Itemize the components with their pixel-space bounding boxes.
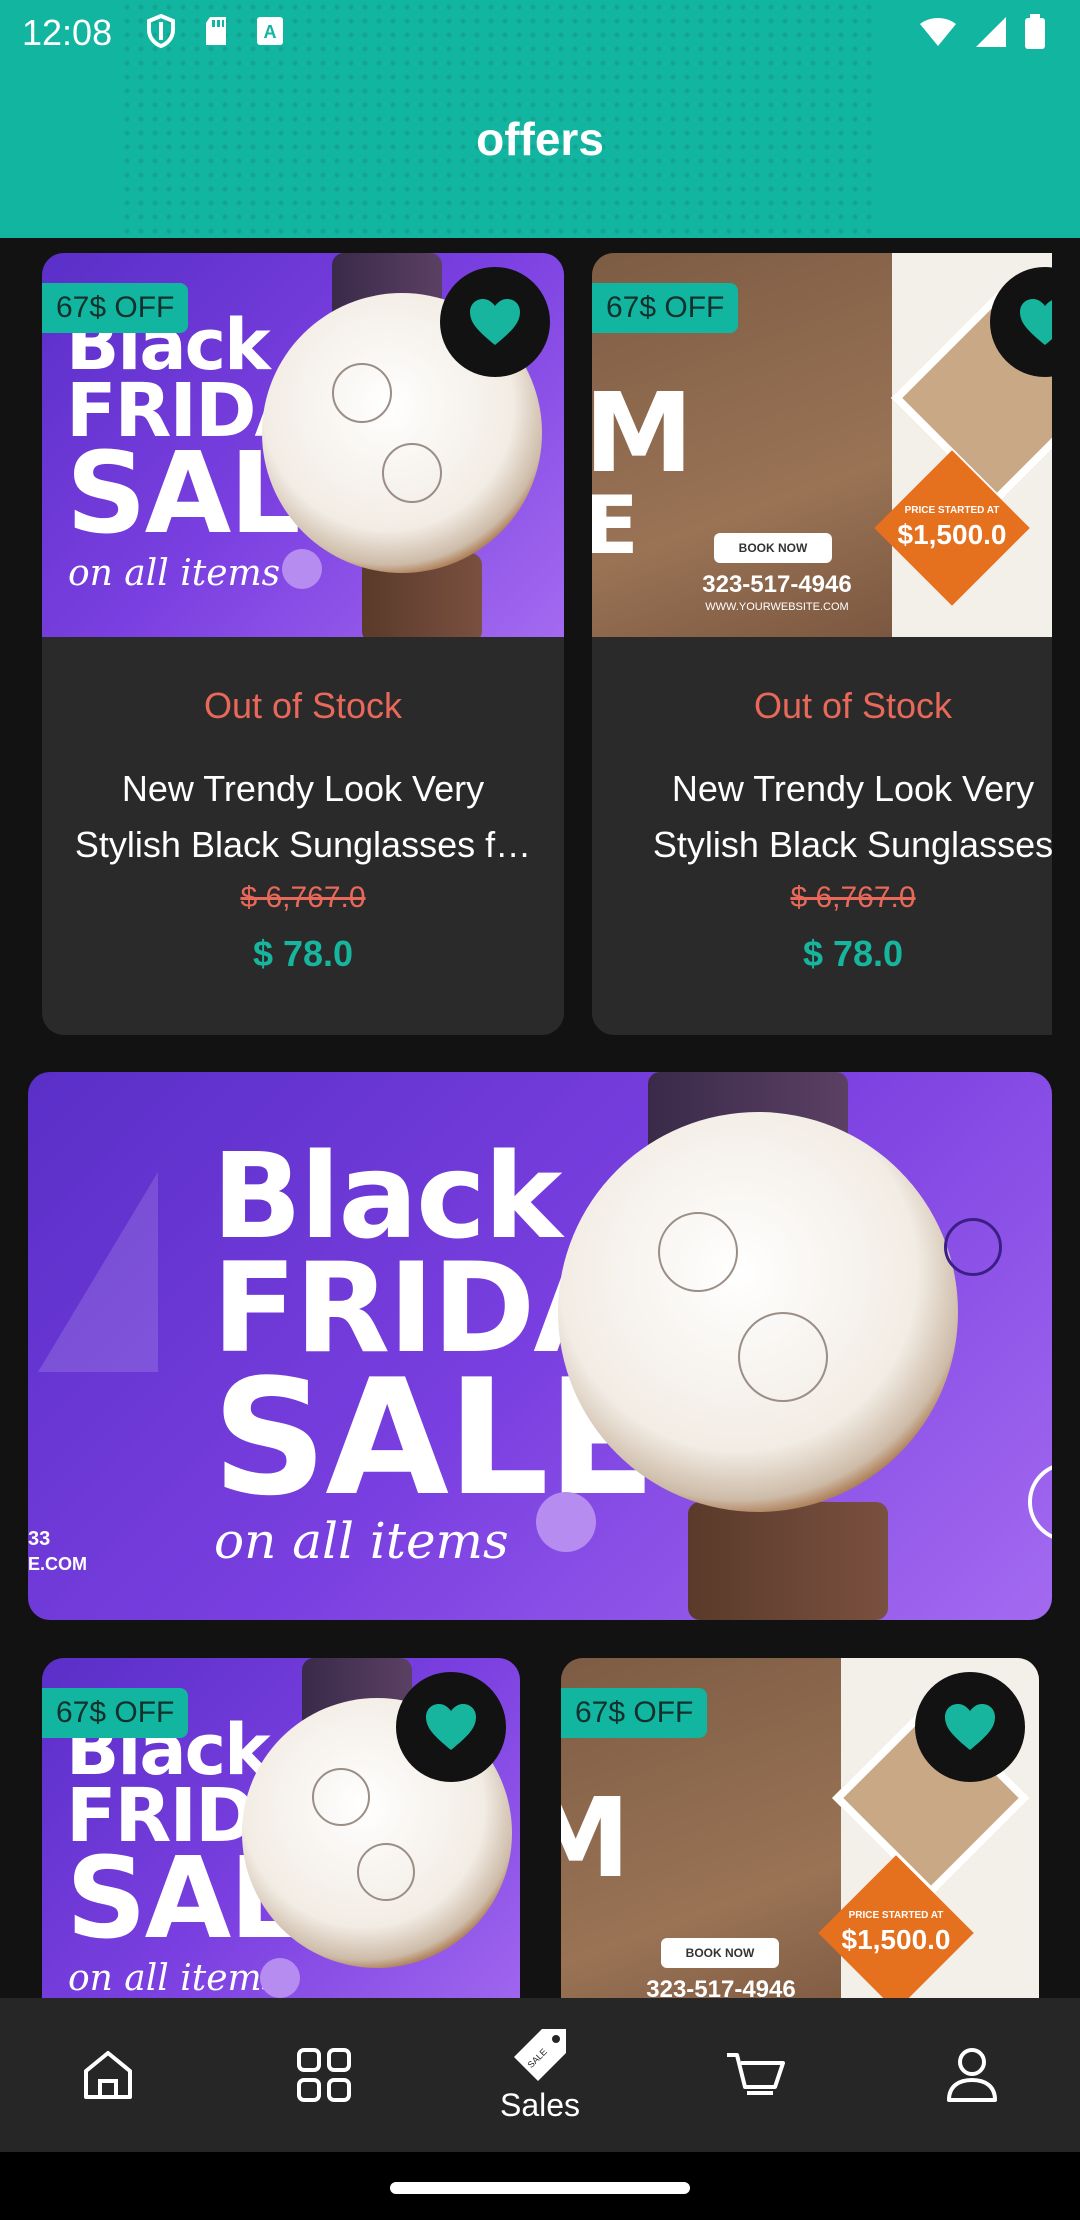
status-notification-icons: A [146,14,284,48]
app-header: 12:08 A offers [0,0,1080,238]
battery-icon [1025,14,1045,49]
system-gesture-bar [0,2152,1080,2220]
promo-price: $1,500.0 [841,1924,951,1955]
watch-subdial [382,443,442,503]
product-card[interactable]: Black FRIDAY SALE on all items 67$ OFF [42,1658,520,1998]
text-a-icon: A [257,17,283,45]
shield-icon [147,14,175,48]
page-title: offers [476,113,604,165]
product-card[interactable]: PRICE STARTED AT $1,500.0 M BOOK NOW 323… [561,1658,1039,1998]
status-bar: 12:08 A [0,0,1080,66]
promo-website: WWW.YOURWEBSITE.COM [705,601,849,613]
profile-icon [947,2048,997,2102]
favorite-button[interactable] [396,1672,506,1782]
book-now-button-art: BOOK NOW [661,1938,779,1968]
promo-price-caption: PRICE STARTED AT [904,505,1000,516]
watch-strap-bottom [688,1502,888,1620]
banner-triangle [38,1172,158,1372]
book-now-button-art: BOOK NOW [714,533,832,563]
nav-cart[interactable] [648,1998,864,2152]
new-price: $ 78.0 [252,933,354,974]
old-price: $ 6,767.0 [240,881,366,914]
home-gesture-handle[interactable] [390,2182,690,2194]
promo-phone: 323-517-4946 [646,1976,796,1998]
discount-badge: 67$ OFF [592,283,739,333]
categories-icon [297,2048,351,2102]
decor-ring [1028,1462,1052,1542]
watch-subdial [357,1843,415,1901]
home-icon [84,2051,132,2099]
product-name: New Trendy Look Very Stylish Black Sungl… [608,761,1052,873]
nav-sales[interactable]: SALE Sales [432,1998,648,2152]
banner-side-text-1: 33 [28,1528,51,1550]
nav-home[interactable] [0,1998,216,2152]
watch-subdial [312,1768,370,1826]
decor-circle [260,1958,300,1998]
product-image: PRICE STARTED AT $1,500.0 M BOOK NOW 323… [561,1658,1039,1998]
banner-script-text: on all items [214,1512,509,1570]
decor-ring [944,1218,1002,1276]
discount-badge: 67$ OFF [42,283,189,333]
sale-tag-icon: SALE [514,2028,566,2081]
product-image: Black FRIDAY SALE on all items 67$ OFF [42,1658,520,1998]
status-system-icons [918,14,1046,50]
product-name-line1: New Trendy Look Very [671,768,1035,809]
watch-image [558,1112,958,1512]
promo-script-text: on all items [68,553,281,594]
promo-price: $1,500.0 [897,519,1007,550]
promo-price-caption: PRICE STARTED AT [848,1910,944,1921]
product-image: Black FRIDAY SALE on all items 67$ OFF [42,253,564,637]
watch-subdial [332,363,392,423]
promo-letter-m: M [592,369,693,497]
screen: 12:08 A offers Black FRIDAY SALE on all … [0,0,1080,2220]
nav-categories[interactable] [216,1998,432,2152]
bottom-navigation: SALE Sales [0,1998,1080,2152]
sd-card-icon [206,17,226,45]
svg-text:A: A [264,22,277,42]
stock-status: Out of Stock [753,685,953,726]
card-clip: PRICE STARTED AT $1,500.0 M E BOOK NOW 3… [592,253,1052,1035]
signal-icon [976,17,1006,47]
product-image: PRICE STARTED AT $1,500.0 M E BOOK NOW 3… [592,253,1052,637]
nav-sales-label: Sales [499,2086,581,2123]
wifi-icon [920,18,956,46]
decor-circle [282,549,322,589]
cart-icon [727,2053,785,2095]
heart-icon [945,1704,995,1750]
banner-side-text-2: E.COM [28,1554,88,1574]
old-price: $ 6,767.0 [790,881,916,914]
heart-icon [426,1704,476,1750]
favorite-button[interactable] [915,1672,1025,1782]
product-name-line1: New Trendy Look Very [121,768,485,809]
product-card[interactable]: PRICE STARTED AT $1,500.0 M E BOOK NOW 3… [592,253,1052,1035]
product-card[interactable]: Black FRIDAY SALE on all items 67$ OFF O… [42,253,564,1035]
nav-profile[interactable] [864,1998,1080,2152]
promo-letter-e: E [592,479,639,572]
new-price: $ 78.0 [802,933,904,974]
discount-badge: 67$ OFF [561,1688,708,1738]
heart-icon [1020,299,1052,345]
favorite-button[interactable] [440,267,550,377]
promo-phone: 323-517-4946 [702,571,852,598]
promo-letter-m: M [561,1774,630,1902]
status-time: 12:08 [22,12,113,53]
banner-black-text: Black [212,1127,562,1265]
heart-icon [470,299,520,345]
offers-list[interactable]: Black FRIDAY SALE on all items 67$ OFF O… [0,238,1080,1998]
product-name-line2: Stylish Black Sunglasses [652,824,1052,865]
product-name-line2: Stylish Black Sunglasses f… [74,824,532,865]
promo-script-text: on all items [68,1958,281,1998]
product-name: New Trendy Look Very Stylish Black Sungl… [58,761,548,873]
promo-banner[interactable]: Black FRIDAY SALE on all items 33 E.COM [28,1072,1052,1620]
watch-subdial [738,1312,828,1402]
watch-subdial [658,1212,738,1292]
discount-badge: 67$ OFF [42,1688,189,1738]
decor-circle [536,1492,596,1552]
stock-status: Out of Stock [203,685,403,726]
